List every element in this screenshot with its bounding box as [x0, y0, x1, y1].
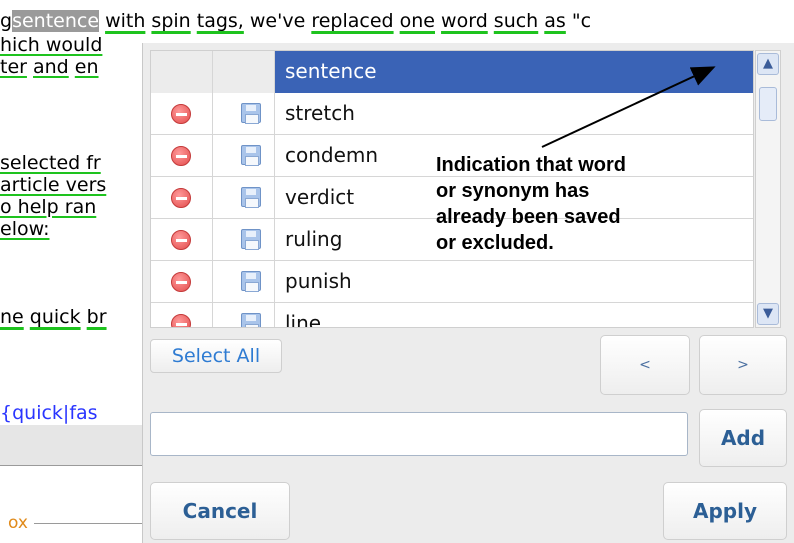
spin-word[interactable]: and: [33, 56, 69, 78]
synonym-word-cell: punish: [275, 261, 753, 303]
scrollbar-thumb[interactable]: [759, 87, 777, 121]
article-line-7[interactable]: elow:: [0, 218, 50, 240]
spin-word[interactable]: as: [544, 10, 566, 32]
annotation-line: or excluded.: [436, 232, 554, 254]
synonym-word-cell: line: [275, 303, 753, 328]
apply-button[interactable]: Apply: [663, 482, 787, 540]
synonym-word: stretch: [285, 101, 355, 125]
save-cell: [213, 93, 275, 135]
save-icon[interactable]: [241, 145, 261, 166]
chevron-up-icon[interactable]: ▲: [757, 53, 779, 75]
add-button[interactable]: Add: [699, 409, 787, 467]
annotation-line: already been saved: [436, 206, 621, 228]
exclude-icon[interactable]: [171, 314, 191, 327]
article-word: we've: [249, 10, 306, 32]
save-cell: [213, 261, 275, 303]
save-icon[interactable]: [241, 229, 261, 250]
grid-header-row[interactable]: sentence: [151, 51, 753, 93]
selected-word[interactable]: sentence: [12, 10, 100, 32]
fieldset-border: [34, 523, 142, 524]
exclude-icon[interactable]: [171, 188, 191, 208]
grid-scrollbar[interactable]: ▲ ▼: [755, 50, 781, 328]
synonym-word-cell: stretch: [275, 93, 753, 135]
synonym-row[interactable]: stretch: [151, 93, 753, 135]
spin-word[interactable]: with: [105, 10, 145, 32]
save-icon[interactable]: [241, 271, 261, 292]
save-icon[interactable]: [241, 313, 261, 327]
spin-word[interactable]: spin: [151, 10, 190, 32]
spin-word[interactable]: quick: [30, 306, 81, 328]
header-blank-cell: [151, 51, 213, 93]
synonym-word: punish: [285, 269, 352, 293]
annotation-note: Indication that word or synonym has alre…: [436, 152, 756, 256]
chevron-down-icon[interactable]: ▼: [757, 303, 779, 325]
exclude-icon[interactable]: [171, 272, 191, 292]
synonym-word: verdict: [285, 185, 355, 209]
header-word-cell: sentence: [275, 51, 753, 93]
synonym-row[interactable]: punish: [151, 261, 753, 303]
article-line-2[interactable]: hich would: [0, 34, 102, 56]
save-cell: [213, 303, 275, 327]
spin-word[interactable]: replaced: [311, 10, 393, 32]
synonym-input[interactable]: [150, 412, 688, 456]
divider-line: [0, 465, 142, 466]
spin-word[interactable]: such: [494, 10, 538, 32]
spin-word[interactable]: word: [441, 10, 488, 32]
text-cursor-fragment: g: [0, 10, 13, 32]
spin-word[interactable]: ne: [0, 306, 24, 328]
exclude-cell: [151, 135, 213, 177]
exclude-cell: [151, 219, 213, 261]
exclude-icon[interactable]: [171, 146, 191, 166]
save-cell: [213, 135, 275, 177]
synonym-word: ruling: [285, 227, 343, 251]
exclude-cell: [151, 177, 213, 219]
fieldset-legend-fragment: ox: [8, 513, 28, 533]
exclude-cell: [151, 93, 213, 135]
exclude-icon[interactable]: [171, 104, 191, 124]
annotation-line: Indication that word: [436, 154, 626, 176]
save-cell: [213, 177, 275, 219]
article-line-4[interactable]: selected fr: [0, 152, 101, 174]
spin-word[interactable]: en: [75, 56, 99, 78]
spin-word[interactable]: one: [400, 10, 435, 32]
next-button[interactable]: >: [699, 335, 787, 395]
save-icon[interactable]: [241, 103, 261, 124]
select-all-button[interactable]: Select All: [150, 339, 282, 373]
exclude-cell: [151, 261, 213, 303]
article-line-3: ter and en: [0, 56, 99, 78]
synonym-word: line: [285, 311, 322, 328]
exclude-cell: [151, 303, 213, 327]
synonym-popup: sentence stretch condemn verdict ruling puni…: [142, 43, 794, 543]
cancel-button[interactable]: Cancel: [150, 482, 290, 540]
article-line-8: ne quick br: [0, 306, 107, 328]
previous-button[interactable]: <: [600, 335, 690, 395]
exclude-icon[interactable]: [171, 230, 191, 250]
article-line-5[interactable]: article vers: [0, 174, 106, 196]
spin-word[interactable]: br: [87, 306, 107, 328]
spin-word[interactable]: ter: [0, 56, 27, 78]
panel-strip: [0, 425, 142, 465]
article-line-6[interactable]: o help ran: [0, 196, 96, 218]
save-cell: [213, 219, 275, 261]
synonym-word: condemn: [285, 143, 379, 167]
article-word: "c: [571, 10, 592, 32]
article-line-1: gsentence with spin tags, we've replaced…: [0, 10, 591, 32]
annotation-line: or synonym has: [436, 180, 590, 202]
synonym-row[interactable]: line: [151, 303, 753, 328]
header-blank-cell: [213, 51, 275, 93]
header-word: sentence: [285, 59, 377, 83]
spun-text-preview: {quick|fas: [0, 402, 98, 424]
save-icon[interactable]: [241, 187, 261, 208]
spin-word[interactable]: tags,: [197, 10, 244, 32]
